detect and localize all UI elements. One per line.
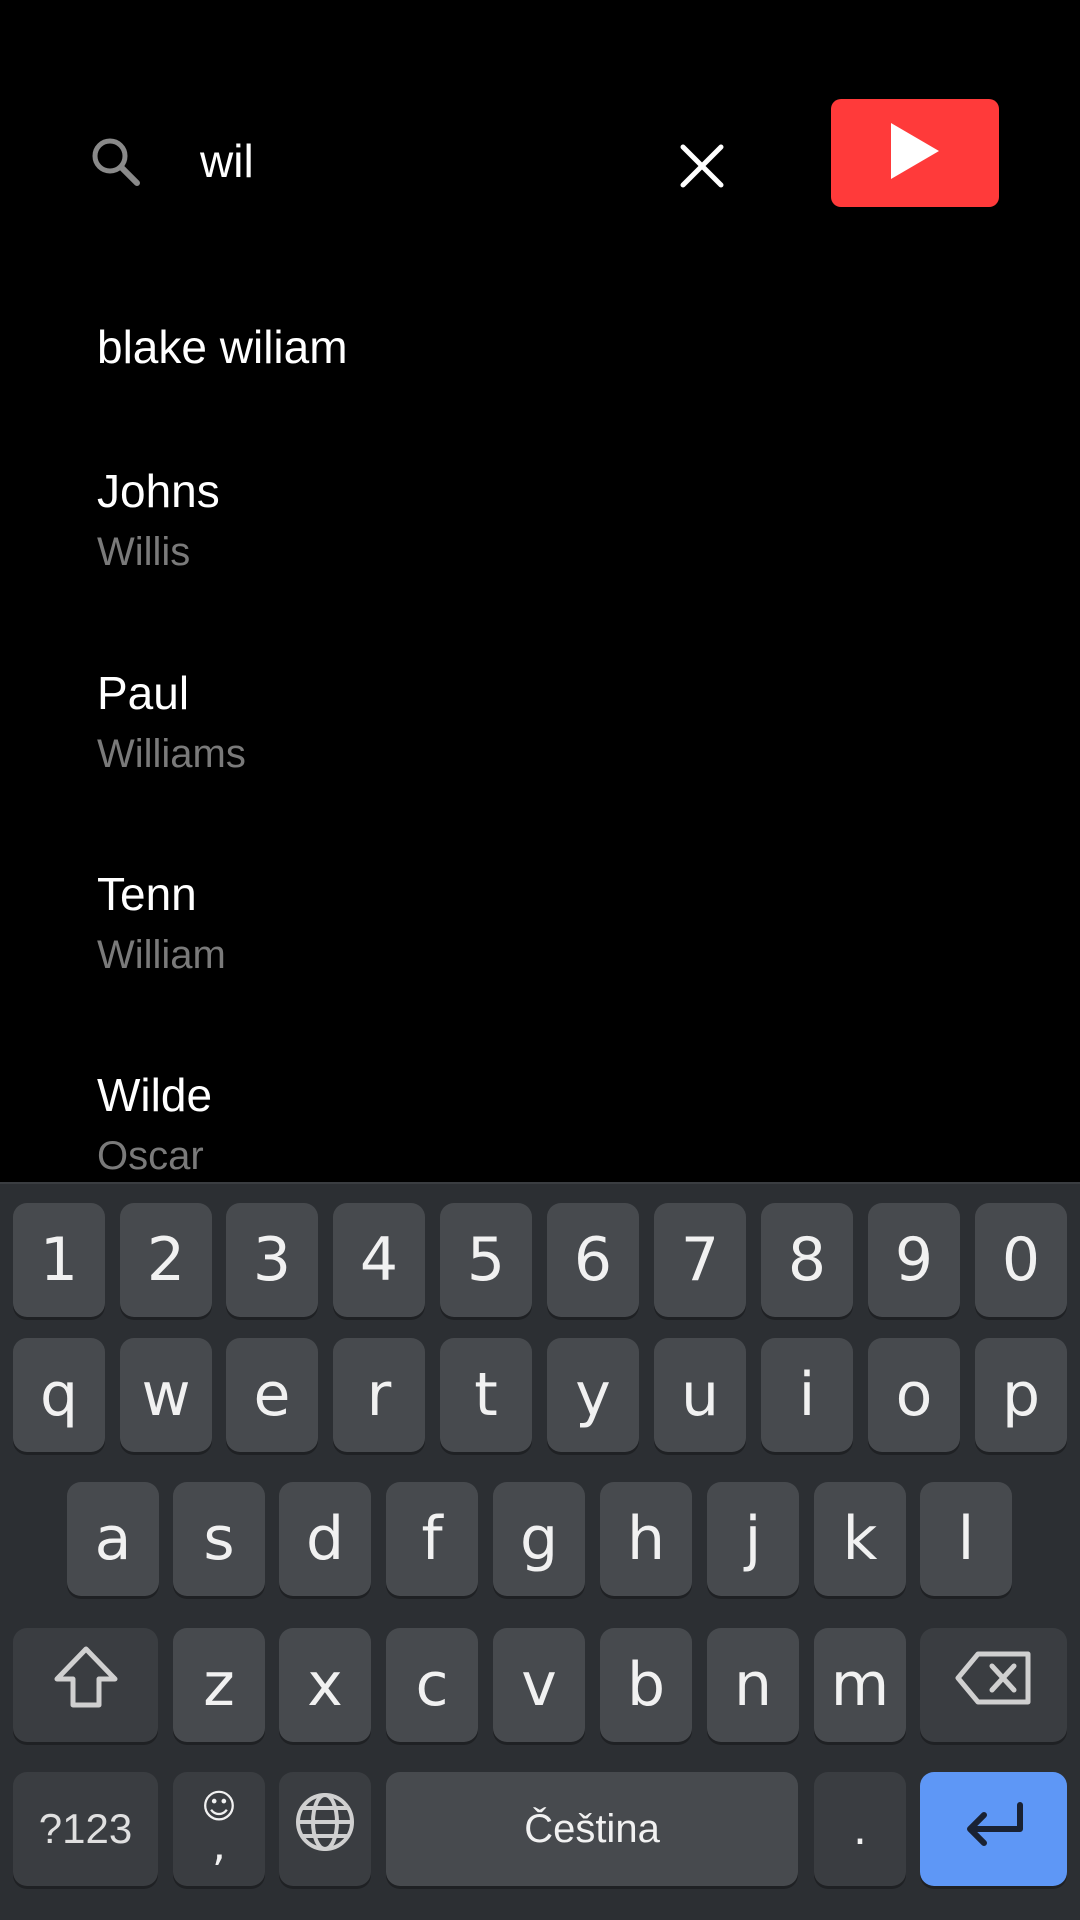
- search-bar: [0, 80, 1080, 240]
- key-w[interactable]: w: [120, 1338, 212, 1452]
- key-9[interactable]: 9: [868, 1203, 960, 1317]
- enter-key[interactable]: [920, 1772, 1067, 1886]
- key-6[interactable]: 6: [547, 1203, 639, 1317]
- emoji-icon: ☺: [201, 1787, 237, 1827]
- keyboard: 1 2 3 4 5 6 7 8 9 0 q w e r t y u i o p …: [0, 1182, 1080, 1920]
- suggestion-item[interactable]: Paul Williams: [0, 652, 1080, 842]
- suggestion-secondary: Oscar: [97, 1134, 204, 1178]
- key-y[interactable]: y: [547, 1338, 639, 1452]
- key-v[interactable]: v: [493, 1628, 585, 1742]
- suggestion-primary: blake wiliam: [97, 321, 348, 373]
- suggestion-item[interactable]: Johns Willis: [0, 450, 1080, 640]
- suggestion-primary: Johns: [97, 465, 220, 517]
- enter-icon: [962, 1794, 1026, 1864]
- key-l[interactable]: l: [920, 1482, 1012, 1596]
- key-4[interactable]: 4: [333, 1203, 425, 1317]
- key-2[interactable]: 2: [120, 1203, 212, 1317]
- key-c[interactable]: c: [386, 1628, 478, 1742]
- suggestion-item[interactable]: blake wiliam: [0, 300, 1080, 420]
- key-n[interactable]: n: [707, 1628, 799, 1742]
- key-1[interactable]: 1: [13, 1203, 105, 1317]
- comma-label: ,: [212, 1820, 226, 1871]
- key-g[interactable]: g: [493, 1482, 585, 1596]
- key-z[interactable]: z: [173, 1628, 265, 1742]
- key-o[interactable]: o: [868, 1338, 960, 1452]
- shift-icon: [51, 1643, 121, 1728]
- backspace-icon: [954, 1648, 1034, 1723]
- key-i[interactable]: i: [761, 1338, 853, 1452]
- suggestion-secondary: Williams: [97, 732, 246, 776]
- key-5[interactable]: 5: [440, 1203, 532, 1317]
- suggestion-secondary: Willis: [97, 530, 191, 574]
- suggestion-item[interactable]: Tenn William: [0, 853, 1080, 1043]
- period-key[interactable]: .: [814, 1772, 906, 1886]
- key-a[interactable]: a: [67, 1482, 159, 1596]
- key-7[interactable]: 7: [654, 1203, 746, 1317]
- backspace-key[interactable]: [920, 1628, 1067, 1742]
- search-input[interactable]: [200, 126, 640, 196]
- key-s[interactable]: s: [173, 1482, 265, 1596]
- close-icon: [679, 143, 725, 194]
- symbols-key[interactable]: ?123: [13, 1772, 158, 1886]
- comma-key[interactable]: ☺ ,: [173, 1772, 265, 1886]
- key-m[interactable]: m: [814, 1628, 906, 1742]
- key-3[interactable]: 3: [226, 1203, 318, 1317]
- globe-icon: [293, 1790, 357, 1869]
- clear-search-button[interactable]: [662, 128, 742, 208]
- key-e[interactable]: e: [226, 1338, 318, 1452]
- key-x[interactable]: x: [279, 1628, 371, 1742]
- suggestion-secondary: William: [97, 933, 226, 977]
- key-t[interactable]: t: [440, 1338, 532, 1452]
- key-f[interactable]: f: [386, 1482, 478, 1596]
- shift-key[interactable]: [13, 1628, 158, 1742]
- key-8[interactable]: 8: [761, 1203, 853, 1317]
- play-icon: [887, 121, 943, 186]
- key-q[interactable]: q: [13, 1338, 105, 1452]
- key-b[interactable]: b: [600, 1628, 692, 1742]
- key-p[interactable]: p: [975, 1338, 1067, 1452]
- suggestion-primary: Paul: [97, 667, 190, 719]
- language-key[interactable]: [279, 1772, 371, 1886]
- key-k[interactable]: k: [814, 1482, 906, 1596]
- key-u[interactable]: u: [654, 1338, 746, 1452]
- suggestion-primary: Wilde: [97, 1069, 213, 1121]
- play-button[interactable]: [831, 99, 999, 207]
- key-d[interactable]: d: [279, 1482, 371, 1596]
- search-icon: [88, 134, 144, 190]
- key-r[interactable]: r: [333, 1338, 425, 1452]
- space-key[interactable]: Čeština: [386, 1772, 798, 1886]
- key-h[interactable]: h: [600, 1482, 692, 1596]
- key-j[interactable]: j: [707, 1482, 799, 1596]
- screen: blake wiliam Johns Willis Paul Williams …: [0, 0, 1080, 1920]
- key-0[interactable]: 0: [975, 1203, 1067, 1317]
- suggestion-primary: Tenn: [97, 868, 197, 920]
